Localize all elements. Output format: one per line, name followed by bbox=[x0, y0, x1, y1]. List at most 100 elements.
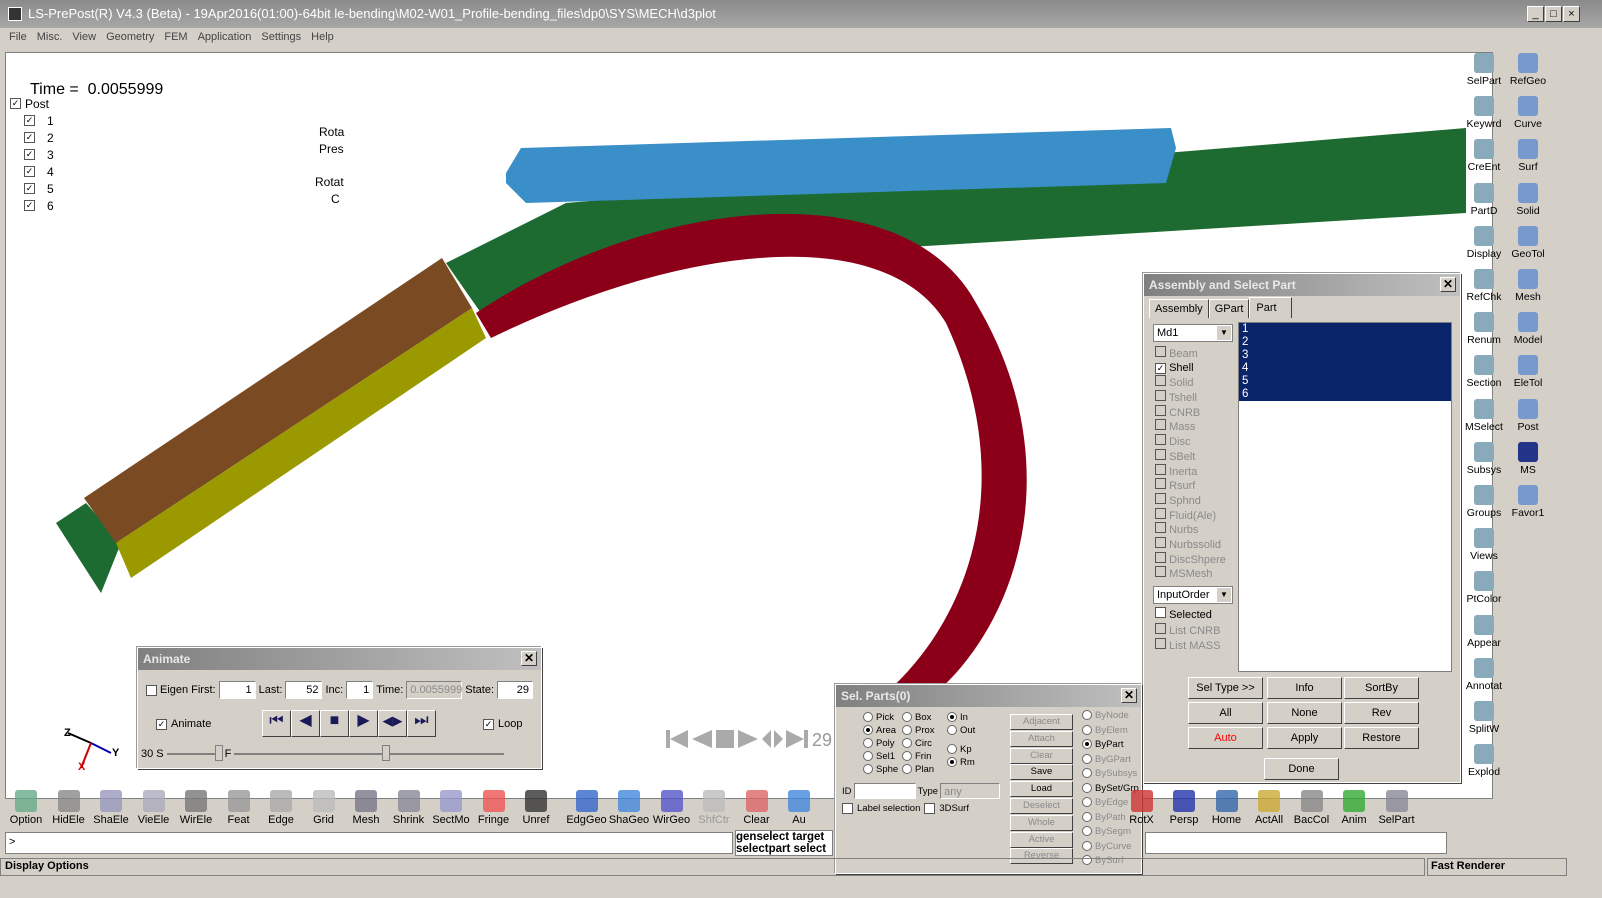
radio-plan[interactable]: Plan bbox=[902, 763, 935, 776]
stop-button[interactable]: ■ bbox=[320, 710, 349, 737]
toolbar-wirgeo[interactable]: WirGeo bbox=[650, 790, 694, 826]
toolbar-selpart[interactable]: SelPart bbox=[1462, 53, 1506, 87]
animate-checkbox[interactable]: ✓ bbox=[156, 718, 167, 730]
close-icon[interactable]: ✕ bbox=[521, 651, 537, 666]
toolbar-favor1[interactable]: Favor1 bbox=[1506, 485, 1550, 519]
part-list-item[interactable]: 4 bbox=[1239, 362, 1451, 375]
part-list-item[interactable]: 2 bbox=[1239, 336, 1451, 349]
toolbar-annotat[interactable]: Annotat bbox=[1462, 657, 1506, 692]
toolbar-unref[interactable]: Unref bbox=[514, 790, 558, 826]
part-tree[interactable]: ✓ Post ✓ 1 ✓ 2 ✓ 3 ✓ 4 ✓ 5 ✓ 6 bbox=[10, 95, 54, 214]
toolbar-shaele[interactable]: ShaEle bbox=[89, 790, 133, 826]
toolbar-anim[interactable]: Anim bbox=[1332, 790, 1376, 826]
toolbar-appear[interactable]: Appear bbox=[1462, 614, 1506, 649]
toolbar-ptcolor[interactable]: PtColor bbox=[1462, 571, 1506, 605]
menu-fem[interactable]: FEM bbox=[159, 31, 192, 47]
menu-view[interactable]: View bbox=[67, 31, 101, 47]
toolbar-keywrd[interactable]: Keywrd bbox=[1462, 96, 1506, 130]
toolbar-ms[interactable]: MS bbox=[1506, 441, 1550, 476]
toolbar-hidele[interactable]: HidEle bbox=[47, 790, 91, 826]
tab-assembly[interactable]: Assembly bbox=[1149, 299, 1209, 318]
radio-area[interactable]: Area bbox=[863, 724, 898, 737]
part-list-item[interactable]: 3 bbox=[1239, 349, 1451, 362]
rev-button[interactable]: Rev bbox=[1344, 702, 1419, 724]
toolbar-baccol[interactable]: BacCol bbox=[1290, 790, 1334, 826]
toolbar-mesh[interactable]: Mesh bbox=[1506, 269, 1550, 303]
auto-button[interactable]: Auto bbox=[1188, 727, 1263, 749]
first-frame-button[interactable]: ⏮ bbox=[262, 710, 291, 737]
state-input[interactable]: 29 bbox=[497, 681, 534, 699]
toolbar-sectmo[interactable]: SectMo bbox=[429, 790, 473, 826]
minimize-button[interactable]: _ bbox=[1527, 6, 1544, 22]
radio-bypart[interactable]: ByPart bbox=[1082, 738, 1139, 753]
first-input[interactable]: 1 bbox=[218, 681, 256, 699]
maximize-button[interactable]: □ bbox=[1545, 6, 1562, 22]
order-select[interactable]: InputOrder ▼ bbox=[1153, 586, 1233, 604]
tree-part-5[interactable]: ✓ 5 bbox=[10, 180, 54, 197]
radio-bycurve[interactable]: ByCurve bbox=[1082, 840, 1139, 855]
radio-bynode[interactable]: ByNode bbox=[1082, 709, 1139, 724]
toolbar-persp[interactable]: Persp bbox=[1162, 790, 1206, 826]
restore-button[interactable]: Restore bbox=[1344, 727, 1419, 749]
radio-pick[interactable]: Pick bbox=[863, 711, 898, 724]
close-icon[interactable]: ✕ bbox=[1440, 277, 1456, 292]
toolbar-model[interactable]: Model bbox=[1506, 312, 1550, 346]
toolbar-partd[interactable]: PartD bbox=[1462, 182, 1506, 217]
inc-input[interactable]: 1 bbox=[346, 681, 374, 699]
toolbar-selpart[interactable]: SelPart bbox=[1375, 790, 1419, 826]
radio-frin[interactable]: Frin bbox=[902, 750, 935, 763]
model-select[interactable]: Md1 ▼ bbox=[1153, 324, 1233, 342]
menu-geometry[interactable]: Geometry bbox=[101, 31, 159, 47]
radio-poly[interactable]: Poly bbox=[863, 737, 898, 750]
menu-help[interactable]: Help bbox=[306, 31, 339, 47]
radio-out[interactable]: Out bbox=[947, 724, 975, 737]
tree-part-4[interactable]: ✓ 4 bbox=[10, 163, 54, 180]
toolbar-grid[interactable]: Grid bbox=[302, 790, 346, 826]
toolbar-section[interactable]: Section bbox=[1462, 355, 1506, 389]
toolbar-refgeo[interactable]: RefGeo bbox=[1506, 53, 1550, 87]
toolbar-refchk[interactable]: RefChk bbox=[1462, 269, 1506, 303]
toolbar-post[interactable]: Post bbox=[1506, 398, 1550, 433]
toolbar-solid[interactable]: Solid bbox=[1506, 182, 1550, 217]
toolbar-surf[interactable]: Surf bbox=[1506, 139, 1550, 173]
info-button[interactable]: Info bbox=[1267, 677, 1342, 699]
command-input[interactable]: > bbox=[5, 832, 733, 854]
part-list-item[interactable]: 6 bbox=[1239, 388, 1451, 401]
toolbar-au[interactable]: Au bbox=[777, 790, 821, 826]
toolbar-clear[interactable]: Clear bbox=[735, 790, 779, 826]
toolbar-feat[interactable]: Feat bbox=[217, 790, 261, 826]
menu-file[interactable]: File bbox=[4, 31, 32, 47]
toolbar-geotol[interactable]: GeoTol bbox=[1506, 225, 1550, 260]
toolbar-display[interactable]: Display bbox=[1462, 225, 1506, 260]
menu-misc[interactable]: Misc. bbox=[32, 31, 68, 47]
menu-settings[interactable]: Settings bbox=[256, 31, 306, 47]
toolbar-vieele[interactable]: VieEle bbox=[132, 790, 176, 826]
apply-button[interactable]: Apply bbox=[1267, 727, 1342, 749]
frame-slider[interactable] bbox=[234, 745, 505, 761]
toolbar-shrink[interactable]: Shrink bbox=[387, 790, 431, 826]
toolbar-explod[interactable]: Explod bbox=[1462, 744, 1506, 778]
toolbar-splitw[interactable]: SplitW bbox=[1462, 701, 1506, 735]
type-shell-checkbox[interactable]: ✓ Shell bbox=[1155, 361, 1226, 376]
menu-application[interactable]: Application bbox=[193, 31, 257, 47]
tree-part-1[interactable]: ✓ 1 bbox=[10, 112, 54, 129]
tree-part-2[interactable]: ✓ 2 bbox=[10, 129, 54, 146]
done-button[interactable]: Done bbox=[1264, 758, 1339, 780]
radio-sphe[interactable]: Sphe bbox=[863, 763, 898, 776]
all-button[interactable]: All bbox=[1188, 702, 1263, 724]
play-button[interactable]: ▶ bbox=[349, 710, 378, 737]
toolbar-subsys[interactable]: Subsys bbox=[1462, 441, 1506, 476]
toolbar-groups[interactable]: Groups bbox=[1462, 485, 1506, 519]
tree-part-3[interactable]: ✓ 3 bbox=[10, 146, 54, 163]
last-input[interactable]: 52 bbox=[285, 681, 323, 699]
toolbar-fringe[interactable]: Fringe bbox=[472, 790, 516, 826]
radio-byelem[interactable]: ByElem bbox=[1082, 724, 1139, 739]
radio-rm[interactable]: Rm bbox=[947, 756, 975, 769]
step-back-button[interactable]: ◀ bbox=[291, 710, 320, 737]
toolbar-eletol[interactable]: EleTol bbox=[1506, 355, 1550, 389]
last-frame-button[interactable]: ⏭ bbox=[407, 710, 436, 737]
radio-bysubsys[interactable]: BySubsys bbox=[1082, 767, 1139, 782]
close-icon[interactable]: ✕ bbox=[1121, 688, 1137, 703]
close-button[interactable]: × bbox=[1563, 6, 1580, 22]
eigen-checkbox[interactable] bbox=[146, 684, 157, 696]
